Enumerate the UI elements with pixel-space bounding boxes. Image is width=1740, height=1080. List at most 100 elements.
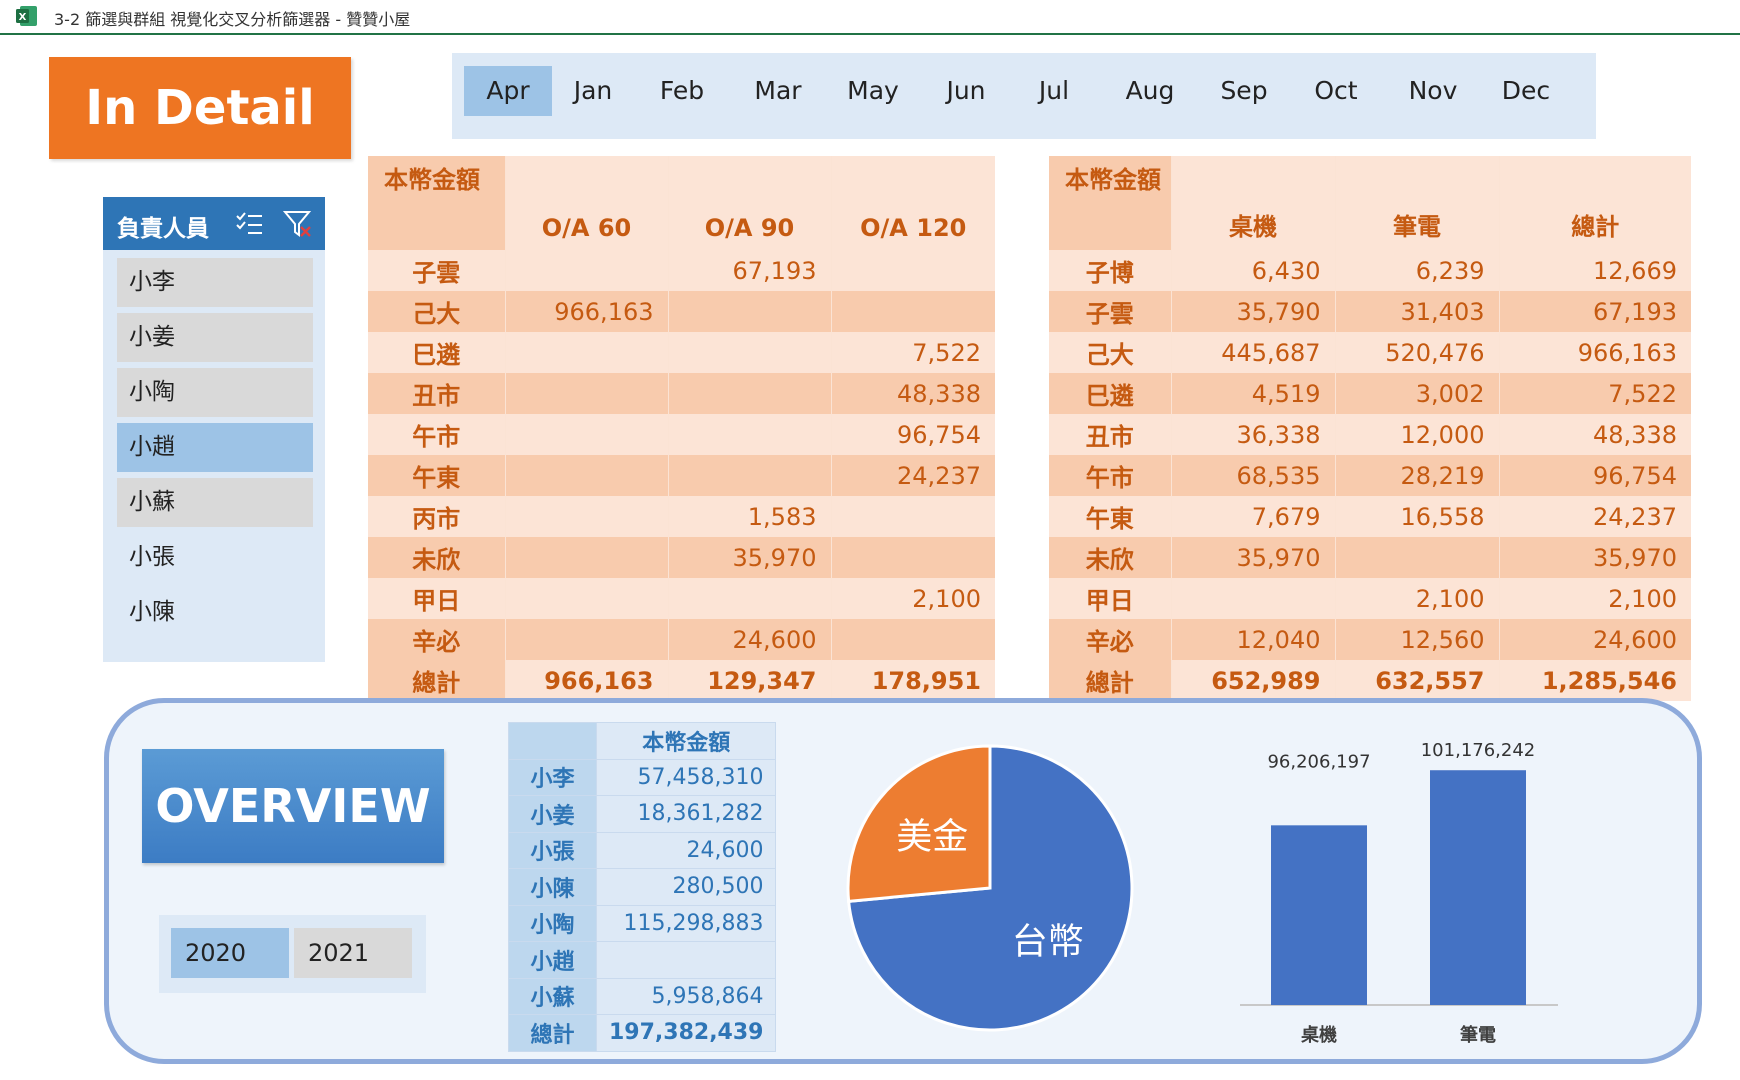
slicer-item[interactable]: 小姜 — [117, 313, 313, 362]
row-label[interactable]: 午市 — [368, 414, 505, 455]
value-cell[interactable]: 16,558 — [1334, 496, 1499, 537]
value-cell[interactable] — [504, 414, 668, 455]
value-cell[interactable] — [504, 496, 668, 537]
row-label[interactable]: 甲日 — [1049, 578, 1171, 619]
value-cell[interactable]: 2,100 — [1498, 578, 1691, 619]
value-cell[interactable] — [830, 496, 995, 537]
row-label[interactable]: 小姜 — [508, 795, 597, 833]
column-header[interactable]: O/A 90 — [667, 156, 831, 250]
year-button-2021[interactable]: 2021 — [294, 928, 412, 978]
value-cell[interactable]: 12,669 — [1498, 250, 1691, 291]
row-label[interactable]: 丑市 — [368, 373, 505, 414]
slicer-item[interactable]: 小趙 — [117, 423, 313, 472]
value-cell[interactable]: 520,476 — [1334, 332, 1499, 373]
value-cell[interactable]: 2,100 — [1334, 578, 1499, 619]
month-button-jun[interactable]: Jun — [922, 66, 1010, 116]
value-cell[interactable]: 24,237 — [830, 455, 995, 496]
value-cell[interactable]: 6,239 — [1334, 250, 1499, 291]
month-button-jan[interactable]: Jan — [549, 66, 637, 116]
value-cell[interactable]: 2,100 — [830, 578, 995, 619]
value-cell[interactable] — [504, 578, 668, 619]
month-button-oct[interactable]: Oct — [1292, 66, 1380, 116]
row-label[interactable]: 巳遴 — [1049, 373, 1171, 414]
month-button-nov[interactable]: Nov — [1389, 66, 1477, 116]
value-cell[interactable] — [504, 373, 668, 414]
row-label[interactable]: 午東 — [1049, 496, 1171, 537]
multi-select-icon[interactable] — [235, 211, 263, 237]
value-cell[interactable] — [667, 332, 831, 373]
value-cell[interactable]: 35,790 — [1170, 291, 1335, 332]
value-cell[interactable] — [504, 332, 668, 373]
value-cell[interactable]: 48,338 — [830, 373, 995, 414]
month-button-jul[interactable]: Jul — [1010, 66, 1098, 116]
value-cell[interactable] — [504, 619, 668, 660]
slicer-item[interactable]: 小陶 — [117, 368, 313, 417]
value-cell[interactable]: 35,970 — [1170, 537, 1335, 578]
value-cell[interactable] — [504, 250, 668, 291]
value-cell[interactable] — [830, 250, 995, 291]
value-cell[interactable]: 24,600 — [1498, 619, 1691, 660]
year-button-2020[interactable]: 2020 — [171, 928, 289, 978]
month-button-apr[interactable]: Apr — [464, 66, 552, 116]
value-cell[interactable]: 31,403 — [1334, 291, 1499, 332]
row-label[interactable]: 小陳 — [508, 868, 597, 906]
column-header[interactable]: 桌機 — [1170, 156, 1335, 250]
row-label[interactable]: 午東 — [368, 455, 505, 496]
value-cell[interactable] — [1170, 578, 1335, 619]
value-cell[interactable]: 4,519 — [1170, 373, 1335, 414]
value-cell[interactable]: 28,219 — [1334, 455, 1499, 496]
total-cell[interactable]: 1,285,546 — [1498, 660, 1691, 701]
total-cell[interactable]: 632,557 — [1334, 660, 1499, 701]
value-cell[interactable]: 6,430 — [1170, 250, 1335, 291]
row-label[interactable]: 丑市 — [1049, 414, 1171, 455]
value-cell[interactable]: 67,193 — [1498, 291, 1691, 332]
value-cell[interactable] — [504, 537, 668, 578]
slicer-item[interactable]: 小張 — [117, 533, 313, 582]
total-cell[interactable]: 966,163 — [504, 660, 668, 701]
value-cell[interactable]: 7,522 — [1498, 373, 1691, 414]
row-label[interactable]: 丙市 — [368, 496, 505, 537]
value-cell[interactable]: 7,679 — [1170, 496, 1335, 537]
value-cell[interactable]: 24,600 — [595, 831, 777, 869]
row-label[interactable]: 甲日 — [368, 578, 505, 619]
value-cell[interactable]: 966,163 — [504, 291, 668, 332]
value-cell[interactable] — [830, 619, 995, 660]
column-header[interactable]: 筆電 — [1334, 156, 1499, 250]
row-label[interactable]: 子雲 — [368, 250, 505, 291]
row-label[interactable]: 己大 — [1049, 332, 1171, 373]
total-cell[interactable]: 652,989 — [1170, 660, 1335, 701]
row-label[interactable]: 午市 — [1049, 455, 1171, 496]
value-cell[interactable]: 1,583 — [667, 496, 831, 537]
slicer-item[interactable]: 小李 — [117, 258, 313, 307]
value-cell[interactable]: 966,163 — [1498, 332, 1691, 373]
month-button-aug[interactable]: Aug — [1106, 66, 1194, 116]
value-cell[interactable] — [595, 941, 777, 979]
total-cell[interactable]: 197,382,439 — [595, 1014, 777, 1052]
value-cell[interactable] — [667, 578, 831, 619]
slicer-item[interactable]: 小陳 — [117, 588, 313, 637]
value-cell[interactable]: 57,458,310 — [595, 758, 777, 796]
slicer-item[interactable]: 小蘇 — [117, 478, 313, 527]
row-label[interactable]: 小蘇 — [508, 977, 597, 1015]
row-label[interactable]: 己大 — [368, 291, 505, 332]
column-header[interactable]: 總計 — [1498, 156, 1691, 250]
value-cell[interactable]: 35,970 — [1498, 537, 1691, 578]
value-cell[interactable]: 67,193 — [667, 250, 831, 291]
row-label[interactable]: 未欣 — [368, 537, 505, 578]
value-cell[interactable]: 12,040 — [1170, 619, 1335, 660]
value-cell[interactable]: 96,754 — [1498, 455, 1691, 496]
total-cell[interactable]: 178,951 — [830, 660, 995, 701]
value-cell[interactable]: 115,298,883 — [595, 904, 777, 942]
month-button-dec[interactable]: Dec — [1482, 66, 1570, 116]
value-cell[interactable] — [667, 373, 831, 414]
row-label[interactable]: 辛必 — [368, 619, 505, 660]
value-cell[interactable]: 24,237 — [1498, 496, 1691, 537]
row-label[interactable]: 小張 — [508, 831, 597, 869]
total-cell[interactable]: 129,347 — [667, 660, 831, 701]
value-cell[interactable]: 68,535 — [1170, 455, 1335, 496]
bar-0[interactable] — [1271, 825, 1367, 1005]
value-cell[interactable]: 48,338 — [1498, 414, 1691, 455]
row-label[interactable]: 子雲 — [1049, 291, 1171, 332]
bar-1[interactable] — [1430, 770, 1526, 1005]
row-label[interactable]: 小趙 — [508, 941, 597, 979]
